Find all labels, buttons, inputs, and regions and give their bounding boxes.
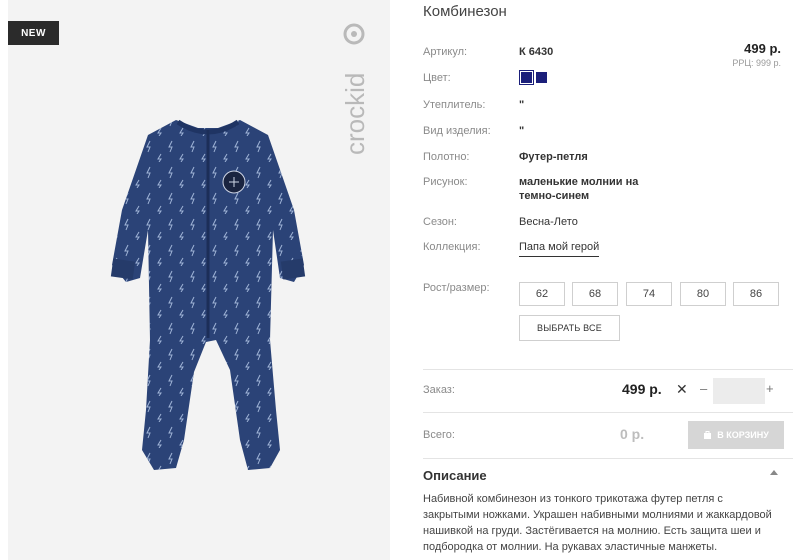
collapse-caret-icon[interactable] [770,470,778,475]
pattern-value-line1: маленькие молнии на [519,176,639,188]
description-title[interactable]: Описание [423,468,487,483]
divider [423,458,793,459]
size-option-68[interactable]: 68 [572,282,618,306]
color-label: Цвет: [423,72,451,84]
fabric-value: Футер-петля [519,151,588,163]
description-line: закрытыми ножками. Украшен набивными мол… [423,509,772,521]
remove-icon[interactable]: ✕ [676,381,688,398]
article-value: К 6430 [519,46,554,58]
quantity-increment-button[interactable]: + [766,381,774,396]
description-line: нашивкой на груди. Застёгивается на молн… [423,525,761,537]
total-label: Всего: [423,429,455,441]
pattern-value-line2: темно-синем [519,190,590,202]
type-value: " [519,125,525,137]
size-label: Рост/размер: [423,282,490,294]
size-option-86[interactable]: 86 [733,282,779,306]
add-to-cart-button[interactable]: В КОРЗИНУ [688,421,784,449]
cart-icon [703,430,712,441]
add-to-cart-label: В КОРЗИНУ [717,430,769,440]
collection-label: Коллекция: [423,241,481,253]
season-value: Весна-Лето [519,216,578,228]
size-option-80[interactable]: 80 [680,282,726,306]
select-all-sizes-button[interactable]: ВЫБРАТЬ ВСЕ [519,315,620,341]
quantity-input[interactable] [713,378,765,404]
pattern-label: Рисунок: [423,176,468,188]
size-option-74[interactable]: 74 [626,282,672,306]
insulation-value: " [519,99,525,111]
product-photo-jumpsuit [98,110,318,490]
collection-link[interactable]: Папа мой герой [519,241,600,257]
product-image-panel[interactable]: NEW crockid [8,0,390,560]
description-line: Набивной комбинезон из тонкого трикотажа… [423,493,723,505]
quantity-decrement-button[interactable]: – [700,381,707,396]
fabric-label: Полотно: [423,151,470,163]
article-label: Артикул: [423,46,468,58]
order-price: 499 р. [622,381,662,397]
product-rrp: РРЦ: 999 р. [732,58,781,68]
total-value: 0 р. [620,426,645,442]
color-swatch-navy[interactable] [536,72,547,83]
new-badge: NEW [8,21,59,45]
divider [423,369,793,370]
product-price: 499 р. [744,41,781,56]
size-option-62[interactable]: 62 [519,282,565,306]
insulation-label: Утеплитель: [423,99,486,111]
description-text: Набивной комбинезон из тонкого трикотажа… [423,491,785,555]
season-label: Сезон: [423,216,457,228]
divider [423,412,793,413]
type-label: Вид изделия: [423,125,491,137]
product-title: Комбинезон [423,3,507,20]
order-label: Заказ: [423,384,455,396]
svg-text:crockid: crockid [340,73,370,155]
color-swatch-navy-selected[interactable] [519,70,534,85]
description-line: подбородка от молнии. На рукавах эластич… [423,541,718,553]
brand-logo: crockid [328,20,378,160]
